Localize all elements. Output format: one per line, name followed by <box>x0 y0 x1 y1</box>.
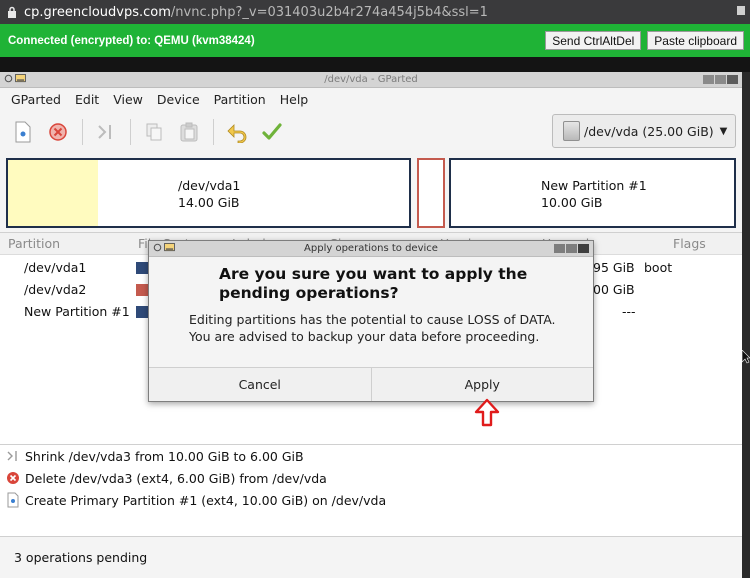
window-controls[interactable] <box>703 75 738 84</box>
operation-item[interactable]: Delete /dev/vda3 (ext4, 6.00 GiB) from /… <box>0 467 742 489</box>
minimize-button[interactable] <box>554 244 565 253</box>
filesystem-color-swatch <box>136 306 148 318</box>
new-document-icon <box>15 121 31 143</box>
vnc-canvas-top <box>0 57 750 72</box>
window-titlebar: /dev/vda - GParted <box>0 72 742 88</box>
operation-text: Delete /dev/vda3 (ext4, 6.00 GiB) from /… <box>25 470 327 486</box>
partition-block-size: 14.00 GiB <box>178 195 240 210</box>
new-partition-icon <box>4 492 22 508</box>
close-button[interactable] <box>727 75 738 84</box>
status-bar: 3 operations pending <box>0 536 742 578</box>
flags-value: boot <box>644 260 673 275</box>
operation-item[interactable]: Create Primary Partition #1 (ext4, 10.00… <box>0 489 742 511</box>
url-host: cp.greencloudvps.com <box>24 4 171 20</box>
resize-move-button[interactable] <box>91 117 121 147</box>
checkmark-icon <box>262 123 282 140</box>
paste-button[interactable] <box>174 117 204 147</box>
mouse-cursor-icon <box>742 350 750 364</box>
dialog-window-controls[interactable] <box>554 244 589 253</box>
dialog-heading: Are you sure you want to apply the pendi… <box>219 265 528 302</box>
apply-all-button[interactable] <box>257 117 287 147</box>
menu-view[interactable]: View <box>106 92 150 107</box>
partition-block-vda1[interactable]: /dev/vda1 14.00 GiB <box>6 158 411 228</box>
toolbar-separator-2 <box>130 119 131 145</box>
menu-help[interactable]: Help <box>273 92 316 107</box>
shrink-icon <box>4 448 22 464</box>
filesystem-color-swatch <box>136 262 148 274</box>
dialog-titlebar: Apply operations to device <box>149 241 593 257</box>
browser-url-bar[interactable]: cp.greencloudvps.com/nvnc.php?_v=031403u… <box>0 0 750 24</box>
partition-block-name: /dev/vda1 <box>178 178 241 193</box>
dialog-title: Apply operations to device <box>304 243 438 254</box>
screen: cp.greencloudvps.com/nvnc.php?_v=031403u… <box>0 0 750 578</box>
operation-item[interactable]: Shrink /dev/vda3 from 10.00 GiB to 6.00 … <box>0 445 742 467</box>
partition-block-name: New Partition #1 <box>541 178 647 193</box>
pending-operations-list: Shrink /dev/vda3 from 10.00 GiB to 6.00 … <box>0 444 742 536</box>
toolbar-separator <box>82 119 83 145</box>
vnc-status-bar: Connected (encrypted) to: QEMU (kvm38424… <box>0 24 750 57</box>
chevron-down-icon: ▼ <box>719 125 728 137</box>
vnc-connection-status: Connected (encrypted) to: QEMU (kvm38424… <box>8 34 255 47</box>
dialog-message: Editing partitions has the potential to … <box>189 312 556 344</box>
resize-icon <box>98 125 111 139</box>
menu-edit[interactable]: Edit <box>68 92 106 107</box>
close-button[interactable] <box>578 244 589 253</box>
device-selector[interactable]: /dev/vda (25.00 GiB) ▼ <box>552 114 736 148</box>
column-partition[interactable]: Partition <box>8 236 60 251</box>
partition-name: New Partition #1 <box>24 304 130 319</box>
copy-button[interactable] <box>139 117 169 147</box>
operation-text: Shrink /dev/vda3 from 10.00 GiB to 6.00 … <box>25 448 304 464</box>
maximize-button[interactable] <box>566 244 577 253</box>
partition-name: /dev/vda1 <box>24 260 87 275</box>
minimize-button[interactable] <box>703 75 714 84</box>
send-ctrl-alt-del-button[interactable]: Send CtrlAltDel <box>545 31 642 50</box>
extension-icon[interactable] <box>736 4 746 16</box>
menu-bar: GParted Edit View Device Partition Help <box>0 88 742 110</box>
paste-clipboard-button[interactable]: Paste clipboard <box>647 31 744 50</box>
unused-value: 00 GiB <box>593 282 635 297</box>
delete-icon <box>4 470 22 486</box>
maximize-button[interactable] <box>715 75 726 84</box>
undo-icon <box>227 124 247 143</box>
filesystem-color-swatch <box>136 284 148 296</box>
lock-icon <box>0 6 24 18</box>
menu-partition[interactable]: Partition <box>207 92 273 107</box>
operation-text: Create Primary Partition #1 (ext4, 10.00… <box>25 492 387 508</box>
partition-name: /dev/vda2 <box>24 282 87 297</box>
pending-operations-count: 3 operations pending <box>14 550 148 565</box>
unused-value: --- <box>622 304 636 319</box>
dialog-button-row: Cancel Apply <box>149 367 593 401</box>
menu-gparted[interactable]: GParted <box>4 92 68 107</box>
cancel-button[interactable]: Cancel <box>149 368 371 401</box>
toolbar-separator-3 <box>213 119 214 145</box>
copy-icon <box>146 123 162 141</box>
menu-device[interactable]: Device <box>150 92 207 107</box>
used-space-fill <box>8 160 98 226</box>
partition-block-vda2[interactable] <box>417 158 445 228</box>
partition-block-new[interactable]: New Partition #1 10.00 GiB <box>449 158 736 228</box>
delete-icon <box>49 123 67 141</box>
vnc-canvas-edge <box>742 72 750 578</box>
toolbar: /dev/vda (25.00 GiB) ▼ <box>0 110 742 154</box>
delete-partition-button[interactable] <box>43 117 73 147</box>
apply-confirmation-dialog: Apply operations to device Are you sure … <box>148 240 594 402</box>
partition-map: /dev/vda1 14.00 GiB New Partition #1 10.… <box>6 158 736 228</box>
url-path: /nvnc.php?_v=031403u2b4r274a454j5b4&ssl=… <box>170 4 488 20</box>
paste-icon <box>180 122 198 142</box>
undo-button[interactable] <box>222 117 252 147</box>
partition-block-size: 10.00 GiB <box>541 195 603 210</box>
apply-button[interactable]: Apply <box>370 368 593 401</box>
unused-value: 95 GiB <box>593 260 635 275</box>
new-partition-button[interactable] <box>8 117 38 147</box>
annotation-arrow-icon <box>474 398 500 427</box>
disk-icon <box>563 121 580 141</box>
column-flags[interactable]: Flags <box>673 236 706 251</box>
device-selector-value: /dev/vda (25.00 GiB) <box>584 123 714 139</box>
window-title: /dev/vda - GParted <box>324 74 418 85</box>
